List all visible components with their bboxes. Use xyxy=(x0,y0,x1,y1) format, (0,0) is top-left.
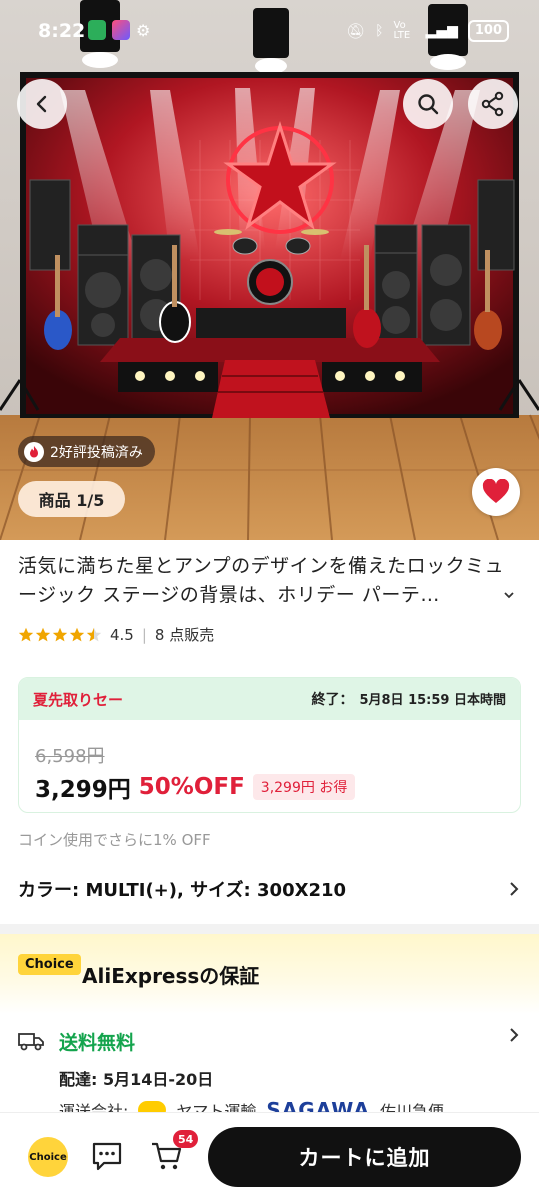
fire-icon xyxy=(24,441,44,462)
guarantee-section[interactable]: Choice AliExpressの保証 xyxy=(0,934,539,1014)
signal-icon: ▂▄▆ xyxy=(425,23,458,39)
status-time: 8:22 xyxy=(38,20,86,42)
message-icon[interactable] xyxy=(90,1139,124,1173)
discount-percent: 50%OFF xyxy=(138,774,245,800)
chevron-down-icon[interactable] xyxy=(502,588,516,602)
search-button[interactable] xyxy=(403,79,453,129)
free-shipping-label: 送料無料 xyxy=(59,1032,136,1054)
bluetooth-icon: ᛒ xyxy=(375,23,384,39)
rating-value: 4.5 xyxy=(110,625,134,644)
search-icon xyxy=(418,94,439,115)
variant-selector[interactable]: カラー: MULTI(+), サイズ: 300X210 xyxy=(18,874,521,904)
chevron-right-icon xyxy=(510,1028,519,1042)
gear-icon: ⚙ xyxy=(136,20,151,40)
bottom-action-bar: Choice 54 カートに追加 xyxy=(0,1112,539,1200)
notification-icons: ⚙ xyxy=(88,20,150,40)
back-button[interactable] xyxy=(17,79,67,129)
star-icon xyxy=(35,627,51,641)
status-bar: 8:22 ⚙ 🔕︎ ᛒ Vo LTE ▂▄▆ 100 xyxy=(0,0,539,62)
choice-badge: Choice xyxy=(18,954,81,975)
star-icon xyxy=(18,627,34,641)
variant-text: カラー: MULTI(+), サイズ: 300X210 xyxy=(18,880,347,901)
share-icon xyxy=(481,91,504,117)
separator: | xyxy=(141,625,147,644)
coin-note: コイン使用でさらに1% OFF xyxy=(18,831,211,849)
product-title[interactable]: 活気に満ちた星とアンプのデザインを備えたロックミュージック ステージの背景は、ホ… xyxy=(18,552,523,610)
sold-count: 8 点販売 xyxy=(154,626,215,644)
price-row: 3,299円 50%OFF 3,299円 お得 xyxy=(35,770,356,804)
delivery-date: 配達: 5月14日-20日 xyxy=(59,1070,214,1089)
sale-banner[interactable]: 夏先取りセー 終了： 5月8日 15:59 日本時間 6,598円 3,299円 … xyxy=(18,677,521,813)
app-notification-icon xyxy=(88,20,106,40)
chevron-right-icon xyxy=(510,882,519,896)
current-price: 3,299円 xyxy=(35,777,131,803)
sale-end-time: 5月8日 15:59 日本時間 xyxy=(359,693,506,708)
cart-count-badge: 54 xyxy=(173,1130,199,1148)
guarantee-title: AliExpressの保証 xyxy=(82,964,260,988)
system-status-icons: 🔕︎ ᛒ Vo LTE ▂▄▆ 100 xyxy=(346,20,509,42)
heart-icon xyxy=(482,479,510,503)
image-counter: 商品 1/5 xyxy=(18,481,125,517)
wishlist-button[interactable] xyxy=(472,468,520,516)
section-divider xyxy=(0,924,539,934)
sale-name: 夏先取りセー xyxy=(33,690,124,709)
share-button[interactable] xyxy=(468,79,518,129)
choice-button[interactable]: Choice xyxy=(28,1137,68,1177)
app-notification-icon xyxy=(112,20,130,40)
rating-row[interactable]: 4.5 | 8 点販売 xyxy=(18,624,214,645)
star-icon xyxy=(69,627,85,641)
battery-icon: 100 xyxy=(467,20,509,42)
sale-end: 終了： 5月8日 15:59 日本時間 xyxy=(311,689,506,709)
add-to-cart-button[interactable]: カートに追加 xyxy=(208,1127,521,1187)
star-icon xyxy=(52,627,68,641)
truck-icon xyxy=(18,1033,44,1051)
saving-badge: 3,299円 お得 xyxy=(252,774,356,800)
original-price: 6,598円 xyxy=(35,746,105,767)
sale-header: 夏先取りセー 終了： 5月8日 15:59 日本時間 xyxy=(19,678,520,720)
rating-stars xyxy=(18,627,102,643)
sale-end-label: 終了： xyxy=(311,692,354,708)
half-star-icon xyxy=(86,627,102,641)
chevron-left-icon xyxy=(36,95,47,113)
review-badge-label: 2好評投稿済み xyxy=(50,444,143,461)
network-label: Vo LTE xyxy=(393,20,411,41)
mute-icon: 🔕︎ xyxy=(346,22,366,40)
review-badge[interactable]: 2好評投稿済み xyxy=(18,436,155,467)
